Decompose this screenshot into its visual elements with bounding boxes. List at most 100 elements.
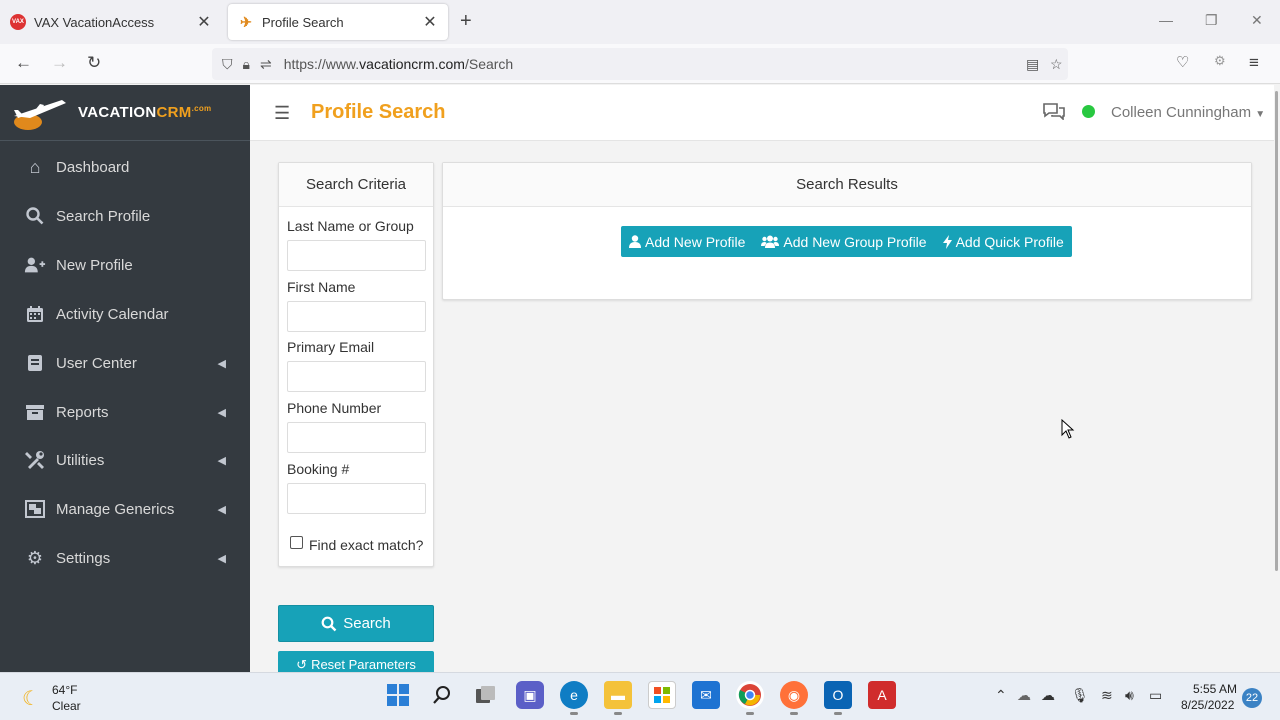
mail-icon[interactable]: ✉ — [692, 681, 720, 709]
chat-icon[interactable] — [1042, 102, 1066, 125]
add-quick-profile-label: Add Quick Profile — [955, 233, 1064, 250]
reset-parameters-button[interactable]: ↺ Reset Parameters — [278, 651, 434, 672]
clock-date[interactable]: 8/25/2022 — [1181, 698, 1234, 712]
add-new-group-profile-label: Add New Group Profile — [783, 233, 927, 250]
online-status-dot — [1082, 105, 1095, 118]
moon-icon: ☾ — [22, 688, 40, 710]
add-new-profile-button[interactable]: Add New Profile — [621, 226, 753, 257]
start-button[interactable] — [384, 681, 412, 709]
permissions-icon[interactable]: ⇌ — [260, 56, 272, 73]
object-group-icon — [24, 499, 46, 519]
outlook-icon[interactable]: O — [824, 681, 852, 715]
user-plus-icon — [24, 255, 46, 275]
sidebar-item-new-profile[interactable]: New Profile — [0, 245, 250, 285]
sidebar-item-reports[interactable]: Reports ◀ — [0, 392, 250, 432]
last-name-input[interactable] — [287, 240, 426, 271]
main-header: ☰ Profile Search Colleen Cunningham ▼ — [250, 85, 1274, 141]
book-icon — [24, 353, 46, 373]
chrome-icon[interactable] — [736, 681, 764, 715]
sidebar-item-utilities[interactable]: Utilities ◀ — [0, 440, 250, 480]
primary-email-input[interactable] — [287, 361, 426, 392]
lock-icon[interactable]: 🔒︎ — [243, 56, 250, 73]
tray-overflow-chevron-icon[interactable]: ⌃ — [995, 687, 1007, 704]
file-explorer-icon[interactable]: ▬ — [604, 681, 632, 715]
hamburger-menu-icon[interactable]: ☰ — [274, 103, 290, 124]
mouse-cursor-icon — [1061, 419, 1075, 439]
tab-label: VAX VacationAccess — [34, 14, 155, 30]
scrollbar-thumb[interactable] — [1275, 91, 1278, 571]
address-bar[interactable]: ⛉ 🔒︎ ⇌ https://www.vacationcrm.com/Searc… — [212, 48, 1068, 80]
menu-icon[interactable]: ≡ — [1249, 53, 1259, 73]
sidebar-item-label: Utilities — [56, 451, 105, 469]
archive-icon — [24, 402, 46, 422]
booking-number-input[interactable] — [287, 483, 426, 514]
first-name-input[interactable] — [287, 301, 426, 332]
taskbar-search-icon[interactable] — [428, 681, 456, 709]
minimize-button[interactable]: — — [1159, 12, 1173, 28]
acrobat-icon[interactable]: A — [868, 681, 896, 709]
clock-time[interactable]: 5:55 AM — [1193, 682, 1237, 696]
volume-icon[interactable]: 🔊︎ — [1125, 687, 1134, 704]
sidebar-item-activity-calendar[interactable]: Activity Calendar — [0, 294, 250, 334]
shield-icon[interactable]: ⛉ — [222, 56, 233, 73]
reader-view-icon[interactable]: ▤ — [1026, 56, 1039, 73]
sidebar-item-label: New Profile — [56, 256, 133, 274]
search-icon — [321, 616, 337, 631]
notification-badge[interactable]: 22 — [1242, 688, 1262, 708]
close-tab-icon[interactable]: ✕ — [196, 12, 212, 32]
caret-down-icon: ▼ — [1255, 109, 1266, 120]
firefox-icon[interactable]: ◉ — [780, 681, 808, 715]
pocket-icon[interactable]: ♡ — [1176, 53, 1189, 71]
microsoft-store-icon[interactable] — [648, 681, 676, 709]
search-icon — [24, 206, 46, 226]
restore-button[interactable]: ❐ — [1205, 12, 1218, 29]
chevron-left-icon: ◀ — [217, 552, 226, 565]
phone-number-input[interactable] — [287, 422, 426, 453]
chevron-left-icon: ◀ — [217, 454, 226, 467]
calendar-icon — [24, 304, 46, 324]
last-name-label: Last Name or Group — [287, 218, 414, 234]
onedrive-cloud-icon[interactable]: ☁ — [1017, 687, 1031, 704]
tab-profile-search[interactable]: ✈ Profile Search ✕ — [228, 4, 448, 40]
sidebar-item-search-profile[interactable]: Search Profile — [0, 196, 250, 236]
new-tab-button[interactable]: + — [460, 10, 472, 33]
sidebar-item-dashboard[interactable]: ⌂ Dashboard — [0, 147, 250, 187]
vax-logo-icon: VAX — [10, 14, 26, 30]
extensions-icon[interactable]: ⚙ — [1214, 53, 1226, 69]
add-quick-profile-button[interactable]: Add Quick Profile — [935, 226, 1072, 257]
back-button[interactable]: ← — [15, 53, 32, 73]
reload-button[interactable]: ↻ — [87, 53, 101, 73]
user-menu[interactable]: Colleen Cunningham ▼ — [1111, 104, 1265, 121]
close-tab-icon[interactable]: ✕ — [422, 12, 438, 32]
sidebar-item-label: Activity Calendar — [56, 305, 169, 323]
exact-match-checkbox[interactable] — [290, 536, 303, 549]
bookmark-star-icon[interactable]: ☆ — [1050, 56, 1063, 73]
page-scrollbar[interactable] — [1274, 85, 1280, 672]
tab-vax-vacationaccess[interactable]: VAX VAX VacationAccess ✕ — [0, 4, 222, 40]
chevron-left-icon: ◀ — [217, 406, 226, 419]
weather-condition[interactable]: Clear — [52, 699, 81, 713]
brand-logo-area[interactable]: VACATIONCRM.com — [0, 85, 250, 141]
search-button[interactable]: Search — [278, 605, 434, 642]
search-button-label: Search — [343, 615, 391, 632]
teams-chat-icon[interactable]: ▣ — [516, 681, 544, 709]
sidebar-item-settings[interactable]: ⚙ Settings ◀ — [0, 538, 250, 578]
microphone-icon[interactable]: 🎙︎ — [1071, 687, 1089, 704]
edge-browser-icon[interactable]: e — [560, 681, 588, 715]
battery-icon[interactable]: ▭ — [1149, 687, 1162, 704]
sidebar-item-label: Search Profile — [56, 207, 151, 225]
sidebar-item-label: Dashboard — [56, 158, 130, 176]
taskbar: ☾ 64°F Clear ▣ e ▬ ✉ ◉ O A ⌃ ☁ ☁ 🎙︎ ≋ 🔊︎… — [0, 672, 1280, 720]
add-new-group-profile-button[interactable]: Add New Group Profile — [753, 226, 934, 257]
cloud-upload-icon[interactable]: ☁ — [1041, 687, 1055, 704]
sidebar-item-user-center[interactable]: User Center ◀ — [0, 343, 250, 383]
window-close-button[interactable]: ✕ — [1251, 12, 1263, 29]
sidebar-item-label: Settings — [56, 549, 111, 567]
browser-tab-bar: VAX VAX VacationAccess ✕ ✈ Profile Searc… — [0, 0, 1280, 44]
users-icon — [761, 235, 780, 248]
weather-temperature[interactable]: 64°F — [52, 683, 77, 697]
task-view-icon[interactable] — [472, 681, 500, 709]
forward-button[interactable]: → — [51, 53, 68, 73]
wifi-icon[interactable]: ≋ — [1101, 687, 1113, 704]
sidebar-item-manage-generics[interactable]: Manage Generics ◀ — [0, 489, 250, 529]
